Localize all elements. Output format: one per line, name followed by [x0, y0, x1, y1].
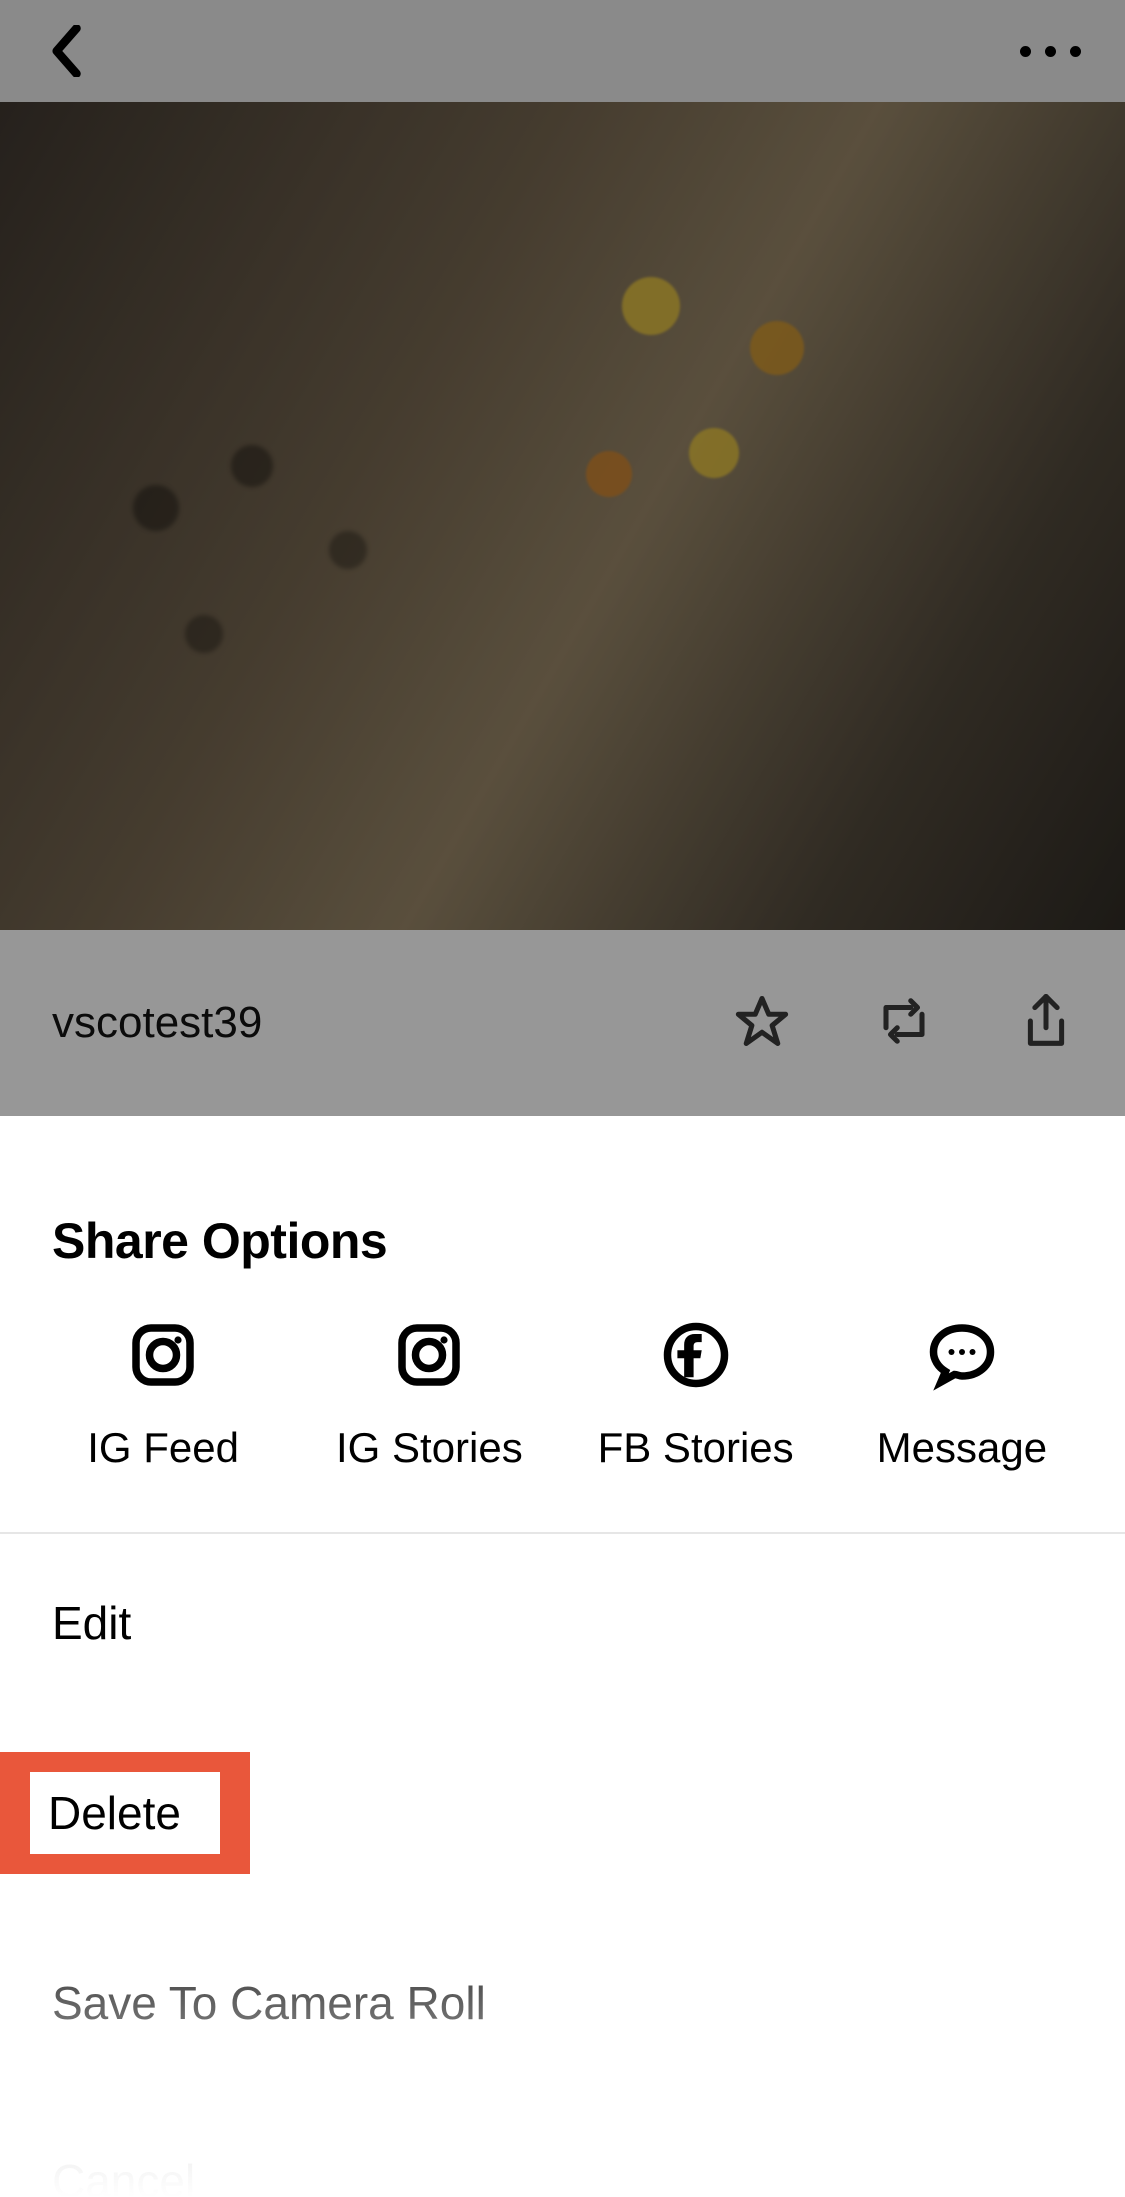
- delete-action-highlight: Delete: [0, 1752, 250, 1874]
- sheet-title: Share Options: [0, 1116, 1125, 1318]
- more-horizontal-icon: [1070, 46, 1081, 57]
- share-fb-stories[interactable]: FB Stories: [566, 1318, 826, 1472]
- star-icon: [735, 994, 789, 1048]
- username-label[interactable]: vscotest39: [52, 998, 262, 1048]
- share-target-label: IG Feed: [87, 1424, 239, 1472]
- republish-icon: [877, 994, 931, 1048]
- more-options-button[interactable]: [1020, 46, 1081, 57]
- republish-button[interactable]: [877, 994, 931, 1053]
- delete-action[interactable]: Delete: [30, 1772, 220, 1854]
- top-bar: [0, 0, 1125, 102]
- instagram-icon: [127, 1319, 199, 1391]
- share-ig-feed[interactable]: IG Feed: [33, 1318, 293, 1472]
- share-ig-stories[interactable]: IG Stories: [299, 1318, 559, 1472]
- facebook-icon: [660, 1319, 732, 1391]
- message-icon: [926, 1319, 998, 1391]
- share-options-sheet: Share Options IG Feed IG Stories FB Stor…: [0, 1116, 1125, 2197]
- share-button[interactable]: [1019, 992, 1073, 1055]
- chevron-left-icon: [51, 25, 85, 77]
- cancel-action[interactable]: Cancel: [52, 2092, 1073, 2197]
- photo-content[interactable]: [0, 102, 1125, 930]
- share-target-label: Message: [877, 1424, 1047, 1472]
- instagram-icon: [393, 1319, 465, 1391]
- share-message[interactable]: Message: [832, 1318, 1092, 1472]
- save-to-camera-roll-action[interactable]: Save To Camera Roll: [52, 1914, 1073, 2092]
- share-target-label: FB Stories: [598, 1424, 794, 1472]
- share-targets-row: IG Feed IG Stories FB Stories Message: [0, 1318, 1125, 1532]
- share-target-label: IG Stories: [336, 1424, 523, 1472]
- back-button[interactable]: [44, 27, 92, 75]
- favorite-button[interactable]: [735, 994, 789, 1053]
- edit-action[interactable]: Edit: [52, 1534, 1073, 1712]
- more-horizontal-icon: [1020, 46, 1031, 57]
- more-horizontal-icon: [1045, 46, 1056, 57]
- author-bar: vscotest39: [0, 930, 1125, 1116]
- share-up-icon: [1019, 992, 1073, 1050]
